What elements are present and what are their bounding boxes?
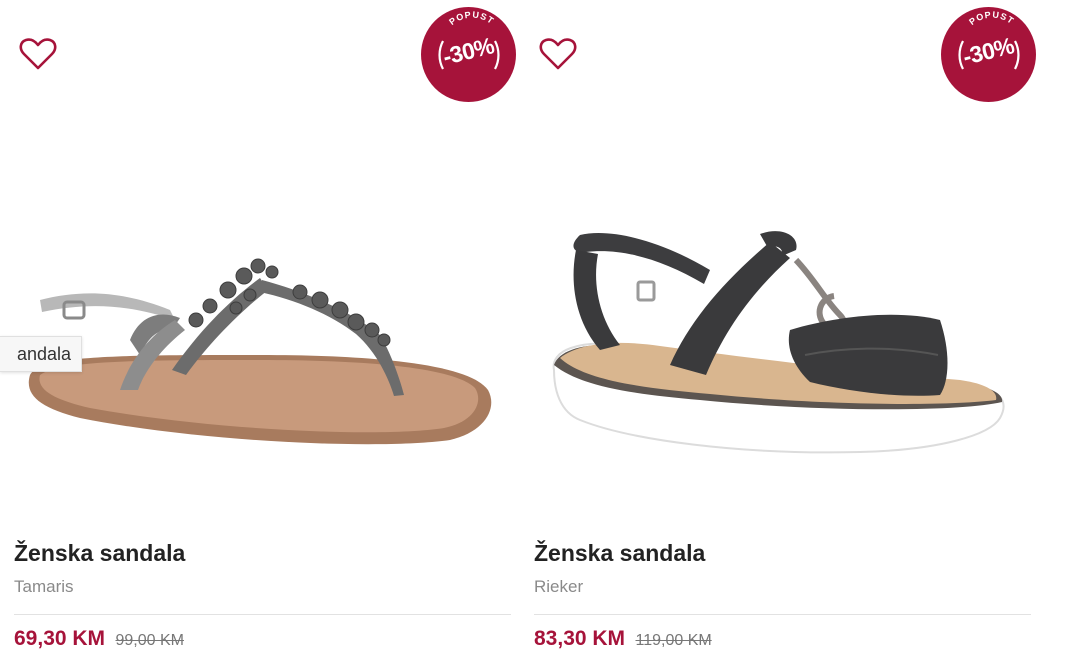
wishlist-heart-icon[interactable]	[18, 36, 58, 72]
tooltip: andala	[0, 336, 82, 372]
badge-label: POPUST	[447, 9, 496, 27]
product-card[interactable]: POPUST -30% Ženska sandala Rieker 83,30 …	[520, 0, 1036, 660]
svg-text:POPUST: POPUST	[447, 9, 496, 27]
product-price: 83,30 KM 119,00 KM	[534, 627, 712, 651]
product-card[interactable]: POPUST -30% Ženska sandala Tamaris 69,30…	[0, 0, 516, 660]
discount-badge: POPUST -30%	[941, 7, 1036, 102]
product-title[interactable]: Ženska sandala	[14, 540, 185, 567]
badge-label: POPUST	[967, 9, 1016, 27]
wishlist-heart-icon[interactable]	[538, 36, 578, 72]
current-price: 69,30 KM	[14, 627, 106, 650]
product-brand: Tamaris	[14, 577, 74, 596]
svg-text:POPUST: POPUST	[967, 9, 1016, 27]
discount-badge: POPUST -30%	[421, 7, 516, 102]
product-image[interactable]	[520, 150, 1040, 530]
product-title[interactable]: Ženska sandala	[534, 540, 705, 567]
product-brand: Rieker	[534, 577, 584, 596]
current-price: 83,30 KM	[534, 627, 626, 650]
old-price: 99,00 KM	[115, 632, 184, 649]
tooltip-text: andala	[16, 343, 71, 364]
divider	[534, 614, 1031, 615]
product-price: 69,30 KM 99,00 KM	[14, 627, 184, 651]
divider	[14, 614, 511, 615]
old-price: 119,00 KM	[635, 632, 712, 649]
